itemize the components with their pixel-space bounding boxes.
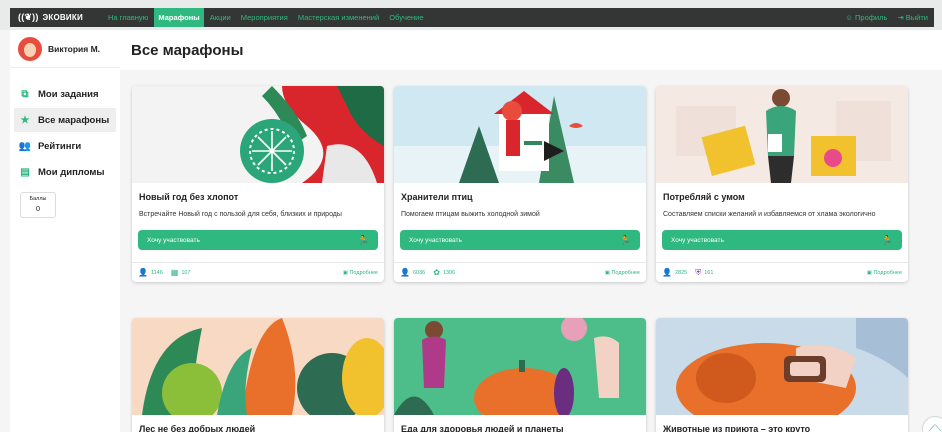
logo-text: ЭКОВИКИ xyxy=(42,13,83,22)
join-button[interactable]: Хочу участвовать 🏃 xyxy=(138,230,378,250)
runner-icon: 🏃 xyxy=(619,234,631,245)
main-nav: На главную Марафоны Акции Мероприятия Ма… xyxy=(104,8,428,27)
copy-icon: ⧉ xyxy=(21,88,29,100)
points-box: Баллы 0 xyxy=(20,192,56,218)
join-button[interactable]: Хочу участвовать 🏃 xyxy=(400,230,640,250)
secondary-count: 1306 xyxy=(442,269,456,276)
marathon-card[interactable]: Хранители птиц Помогаем птицам выжить хо… xyxy=(394,86,646,282)
star-icon: ★ xyxy=(20,114,30,126)
help-button[interactable]: ⟋⟍ xyxy=(922,416,942,432)
chart-icon: ⟋⟍ xyxy=(928,423,942,432)
user-icon: ☺ xyxy=(845,13,856,22)
details-link[interactable]: ▣ Подробнее xyxy=(605,270,640,276)
marathon-card[interactable]: Потребляй с умом Составляем списки желан… xyxy=(656,86,908,282)
marathon-title: Еда для здоровья людей и планеты xyxy=(401,424,564,432)
user-panel[interactable]: Виктория М. xyxy=(10,30,120,68)
marathon-image xyxy=(132,86,384,183)
marathon-title: Потребляй с умом xyxy=(663,192,745,202)
marathon-title: Лес не без добрых людей xyxy=(139,424,256,432)
marathon-card[interactable]: Животные из приюта – это круто xyxy=(656,318,908,432)
nav-learning[interactable]: Обучение xyxy=(385,8,427,27)
sidebar-item-ratings[interactable]: 👥 Рейтинги xyxy=(14,134,116,158)
sidebar-item-diplomas[interactable]: ▤ Мои дипломы xyxy=(14,160,116,184)
details-link[interactable]: ▣ Подробнее xyxy=(343,270,378,276)
participants-count: 6036 xyxy=(412,269,426,276)
marathon-description: Встречайте Новый год с пользой для себя,… xyxy=(139,211,342,218)
card-stats: 👤 1146 ▦ 107 ▣ Подробнее xyxy=(132,262,384,282)
secondary-count: 107 xyxy=(181,269,191,276)
badge-icon: ✿ xyxy=(433,268,440,277)
nav-events[interactable]: Мероприятия xyxy=(237,8,292,27)
calendar-icon: ▦ xyxy=(170,268,179,277)
top-bar: ((❦)) ЭКОВИКИ На главную Марафоны Акции … xyxy=(0,0,942,30)
page-title: Все марафоны xyxy=(131,42,244,59)
marathon-image xyxy=(394,318,646,415)
person-icon: 👤 xyxy=(400,268,410,277)
marathon-image xyxy=(132,318,384,415)
leaf-signal-icon: ((❦)) xyxy=(18,12,39,22)
runner-icon: 🏃 xyxy=(881,234,893,245)
marathon-description: Помогаем птицам выжить холодной зимой xyxy=(401,211,540,218)
marathon-image xyxy=(656,86,908,183)
card-stats: 👤 6036 ✿ 1306 ▣ Подробнее xyxy=(394,262,646,282)
marathon-image xyxy=(394,86,646,183)
shield-icon: ⛨ xyxy=(695,267,702,277)
points-label: Баллы xyxy=(29,196,47,202)
user-name: Виктория М. xyxy=(48,43,101,54)
participants-count: 2825 xyxy=(674,269,688,276)
runner-icon: 🏃 xyxy=(357,234,369,245)
profile-link[interactable]: ☺ Профиль xyxy=(845,13,887,22)
sidebar: Виктория М. ⧉ Мои задания ★ Все марафоны… xyxy=(10,30,120,432)
top-right-links: ☺ Профиль ⇥ Выйти xyxy=(845,13,934,22)
nav-marathons[interactable]: Марафоны xyxy=(154,8,204,27)
marathon-title: Животные из приюта – это круто xyxy=(663,424,811,432)
nav-actions[interactable]: Акции xyxy=(206,8,235,27)
card-stats: 👤 2825 ⛨ 161 ▣ Подробнее xyxy=(656,262,908,282)
details-link[interactable]: ▣ Подробнее xyxy=(867,270,902,276)
people-icon: 👥 xyxy=(18,140,32,152)
marathon-description: Составляем списки желаний и избавляемся … xyxy=(663,211,876,218)
logout-link[interactable]: ⇥ Выйти xyxy=(897,13,928,22)
marathon-card[interactable]: Лес не без добрых людей xyxy=(132,318,384,432)
person-icon: 👤 xyxy=(662,268,672,277)
marathon-image xyxy=(656,318,908,415)
top-nav: ((❦)) ЭКОВИКИ На главную Марафоны Акции … xyxy=(10,8,934,27)
join-button[interactable]: Хочу участвовать 🏃 xyxy=(662,230,902,250)
marathon-card[interactable]: Новый год без хлопот Встречайте Новый го… xyxy=(132,86,384,282)
marathon-card[interactable]: Еда для здоровья людей и планеты xyxy=(394,318,646,432)
sidebar-item-all-marathons[interactable]: ★ Все марафоны xyxy=(14,108,116,132)
marathon-title: Новый год без хлопот xyxy=(139,192,239,202)
sidebar-menu: ⧉ Мои задания ★ Все марафоны 👥 Рейтинги … xyxy=(10,68,120,184)
logout-icon: ⇥ xyxy=(897,13,906,22)
sidebar-item-my-tasks[interactable]: ⧉ Мои задания xyxy=(14,82,116,106)
points-value: 0 xyxy=(35,204,41,213)
nav-workshop[interactable]: Мастерская изменений xyxy=(294,8,383,27)
logo[interactable]: ((❦)) ЭКОВИКИ xyxy=(10,12,104,23)
secondary-count: 161 xyxy=(704,269,714,276)
person-icon: 👤 xyxy=(138,268,148,277)
marathon-title: Хранители птиц xyxy=(401,192,473,202)
avatar xyxy=(18,36,42,61)
page-header: Все марафоны xyxy=(120,30,942,70)
participants-count: 1146 xyxy=(150,269,163,276)
nav-home[interactable]: На главную xyxy=(104,8,152,27)
diploma-icon: ▤ xyxy=(20,166,30,178)
